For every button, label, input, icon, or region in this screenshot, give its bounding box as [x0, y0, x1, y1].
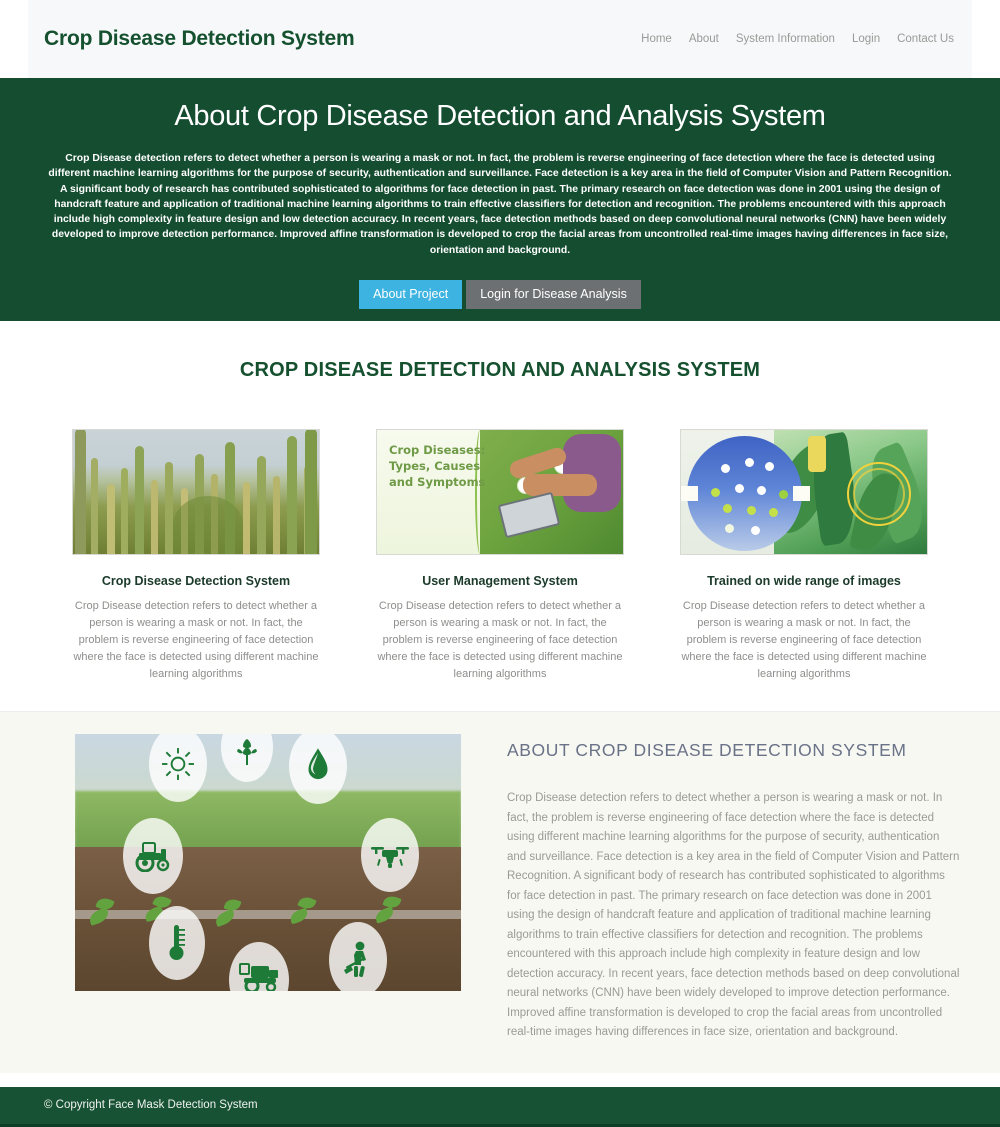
feature-card: Trained on wide range of images Crop Dis…: [680, 429, 928, 683]
about-title: ABOUT CROP DISEASE DETECTION SYSTEM: [507, 740, 907, 760]
about-project-button[interactable]: About Project: [359, 280, 463, 310]
farmer-shovel-icon: [329, 922, 387, 991]
nav-home[interactable]: Home: [641, 33, 672, 45]
site-footer: © Copyright Face Mask Detection System: [0, 1086, 1000, 1127]
feature-card-text: Crop Disease detection refers to detect …: [73, 600, 319, 680]
feature-card-title: Trained on wide range of images: [707, 574, 901, 588]
nav-contact-us[interactable]: Contact Us: [897, 33, 954, 45]
about-copy: ABOUT CROP DISEASE DETECTION SYSTEM Crop…: [507, 734, 960, 1043]
site-brand: Crop Disease Detection System: [44, 27, 355, 50]
banner-caption: Crop Diseases: Types, Causes and Symptom…: [389, 443, 486, 489]
login-for-disease-analysis-button[interactable]: Login for Disease Analysis: [466, 280, 641, 310]
tractor-icon: [123, 818, 183, 894]
feature-card: Crop Diseases: Types, Causes and Symptom…: [376, 429, 624, 683]
feature-card-title: Crop Disease Detection System: [101, 574, 291, 588]
nav-login[interactable]: Login: [852, 33, 880, 45]
thermometer-icon: [149, 906, 205, 980]
feature-card: Crop Disease Detection System Crop Disea…: [72, 429, 320, 683]
feature-card-text: Crop Disease detection refers to detect …: [377, 600, 623, 680]
hero-button-group: About Project Login for Disease Analysis: [0, 280, 1000, 310]
features-section: CROP DISEASE DETECTION AND ANALYSIS SYST…: [0, 321, 1000, 711]
feature-card-title: User Management System: [422, 574, 578, 588]
crop-diseases-banner: Crop Diseases: Types, Causes and Symptom…: [376, 429, 624, 555]
drone-icon: [361, 818, 419, 892]
hero-title: About Crop Disease Detection and Analysi…: [174, 100, 826, 132]
features-section-title: CROP DISEASE DETECTION AND ANALYSIS SYST…: [239, 359, 761, 381]
page-root: Crop Disease Detection System Home About…: [0, 0, 1000, 1127]
about-paragraph: Crop Disease detection refers to detect …: [507, 792, 960, 1038]
footer-copyright: © Copyright Face Mask Detection System: [44, 1099, 258, 1111]
smart-agriculture-icons-photo: [75, 734, 461, 991]
nav-system-information[interactable]: System Information: [736, 33, 835, 45]
millet-crop-field-photo: [72, 429, 320, 555]
about-section: ABOUT CROP DISEASE DETECTION SYSTEM Crop…: [0, 711, 1000, 1073]
site-header: Crop Disease Detection System Home About…: [28, 0, 972, 78]
hero-paragraph: Crop Disease detection refers to detect …: [48, 153, 952, 256]
main-navigation: Home About System Information Login Cont…: [641, 33, 954, 45]
nav-about[interactable]: About: [689, 33, 719, 45]
neural-network-corn-illustration: [680, 429, 928, 555]
hero-section: About Crop Disease Detection and Analysi…: [0, 78, 1000, 321]
footer-spacer: [0, 1072, 1000, 1087]
feature-card-text: Crop Disease detection refers to detect …: [681, 600, 927, 680]
feature-card-list: Crop Disease Detection System Crop Disea…: [0, 429, 1000, 683]
